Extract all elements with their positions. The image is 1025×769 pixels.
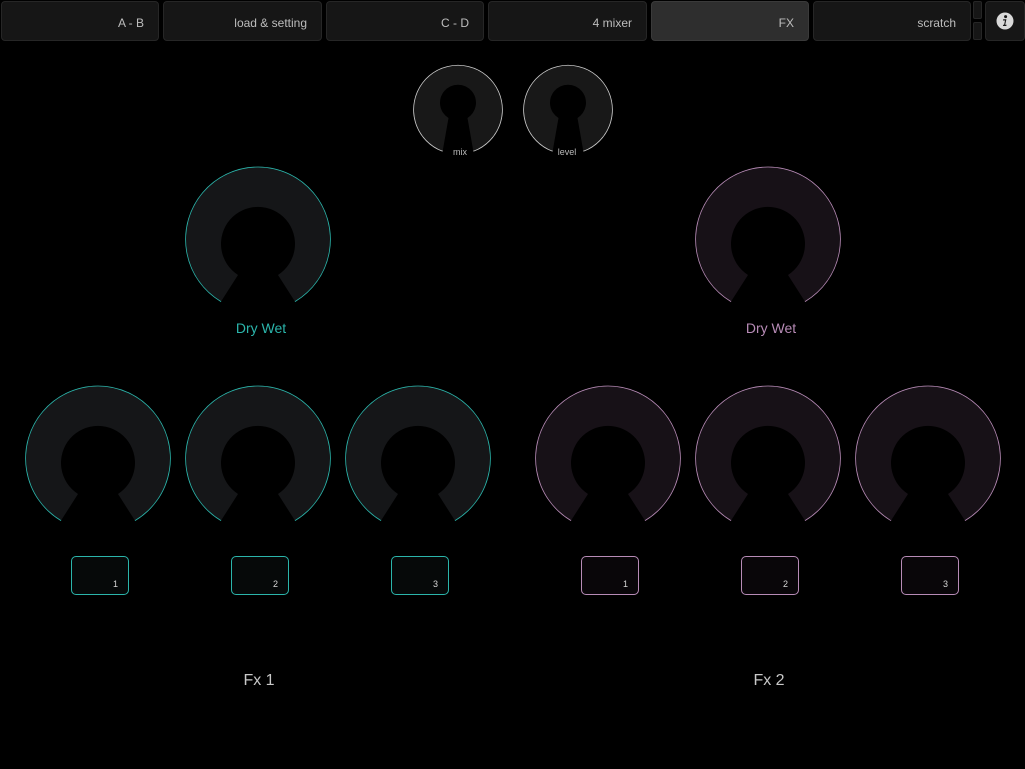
mix-knob[interactable] xyxy=(412,64,504,156)
tab-scratch[interactable]: scratch xyxy=(813,1,971,41)
fx2-drywet-label: Dry Wet xyxy=(745,320,797,336)
tab-fx[interactable]: FX xyxy=(651,1,809,41)
mini-tab-lower[interactable] xyxy=(973,22,982,40)
fx2-effect3-button[interactable]: 3 xyxy=(901,556,959,595)
fx1-effect3-knob[interactable] xyxy=(343,385,493,535)
fx1-effect2-knob[interactable] xyxy=(183,385,333,535)
fx1-effect2-button[interactable]: 2 xyxy=(231,556,289,595)
fx2-effect1-button[interactable]: 1 xyxy=(581,556,639,595)
fx2-effect1-button-label: 1 xyxy=(622,579,628,589)
level-label: level xyxy=(557,147,577,157)
fx1-effect3-button-label: 3 xyxy=(432,579,438,589)
fx1-effect1-button-label: 1 xyxy=(112,579,118,589)
info-button[interactable] xyxy=(985,1,1025,41)
fx1-effect3-button[interactable]: 3 xyxy=(391,556,449,595)
fx2-effect2-button-label: 2 xyxy=(782,579,788,589)
mini-tab-upper[interactable] xyxy=(973,1,982,19)
fx2-effect3-button-label: 3 xyxy=(942,579,948,589)
level-knob[interactable] xyxy=(522,64,614,156)
fx1-drywet-label: Dry Wet xyxy=(235,320,287,336)
info-icon xyxy=(996,12,1014,30)
tab-c-d[interactable]: C - D xyxy=(326,1,484,41)
mix-label: mix xyxy=(453,147,467,157)
fx2-effect3-knob[interactable] xyxy=(853,385,1003,535)
tab-4-mixer[interactable]: 4 mixer xyxy=(488,1,647,41)
fx1-effect2-button-label: 2 xyxy=(272,579,278,589)
fx1-effect1-button[interactable]: 1 xyxy=(71,556,129,595)
tab-a-b[interactable]: A - B xyxy=(1,1,159,41)
fx2-effect2-button[interactable]: 2 xyxy=(741,556,799,595)
fx1-effect1-knob[interactable] xyxy=(23,385,173,535)
fx1-title: Fx 1 xyxy=(243,672,275,689)
tab-bar: A - B load & setting C - D 4 mixer FX sc… xyxy=(0,0,1025,42)
fx2-effect1-knob[interactable] xyxy=(533,385,683,535)
fx2-title: Fx 2 xyxy=(753,672,785,689)
tab-load-setting[interactable]: load & setting xyxy=(163,1,322,41)
fx2-effect2-knob[interactable] xyxy=(693,385,843,535)
fx1-drywet-knob[interactable] xyxy=(183,166,333,316)
fx2-drywet-knob[interactable] xyxy=(693,166,843,316)
